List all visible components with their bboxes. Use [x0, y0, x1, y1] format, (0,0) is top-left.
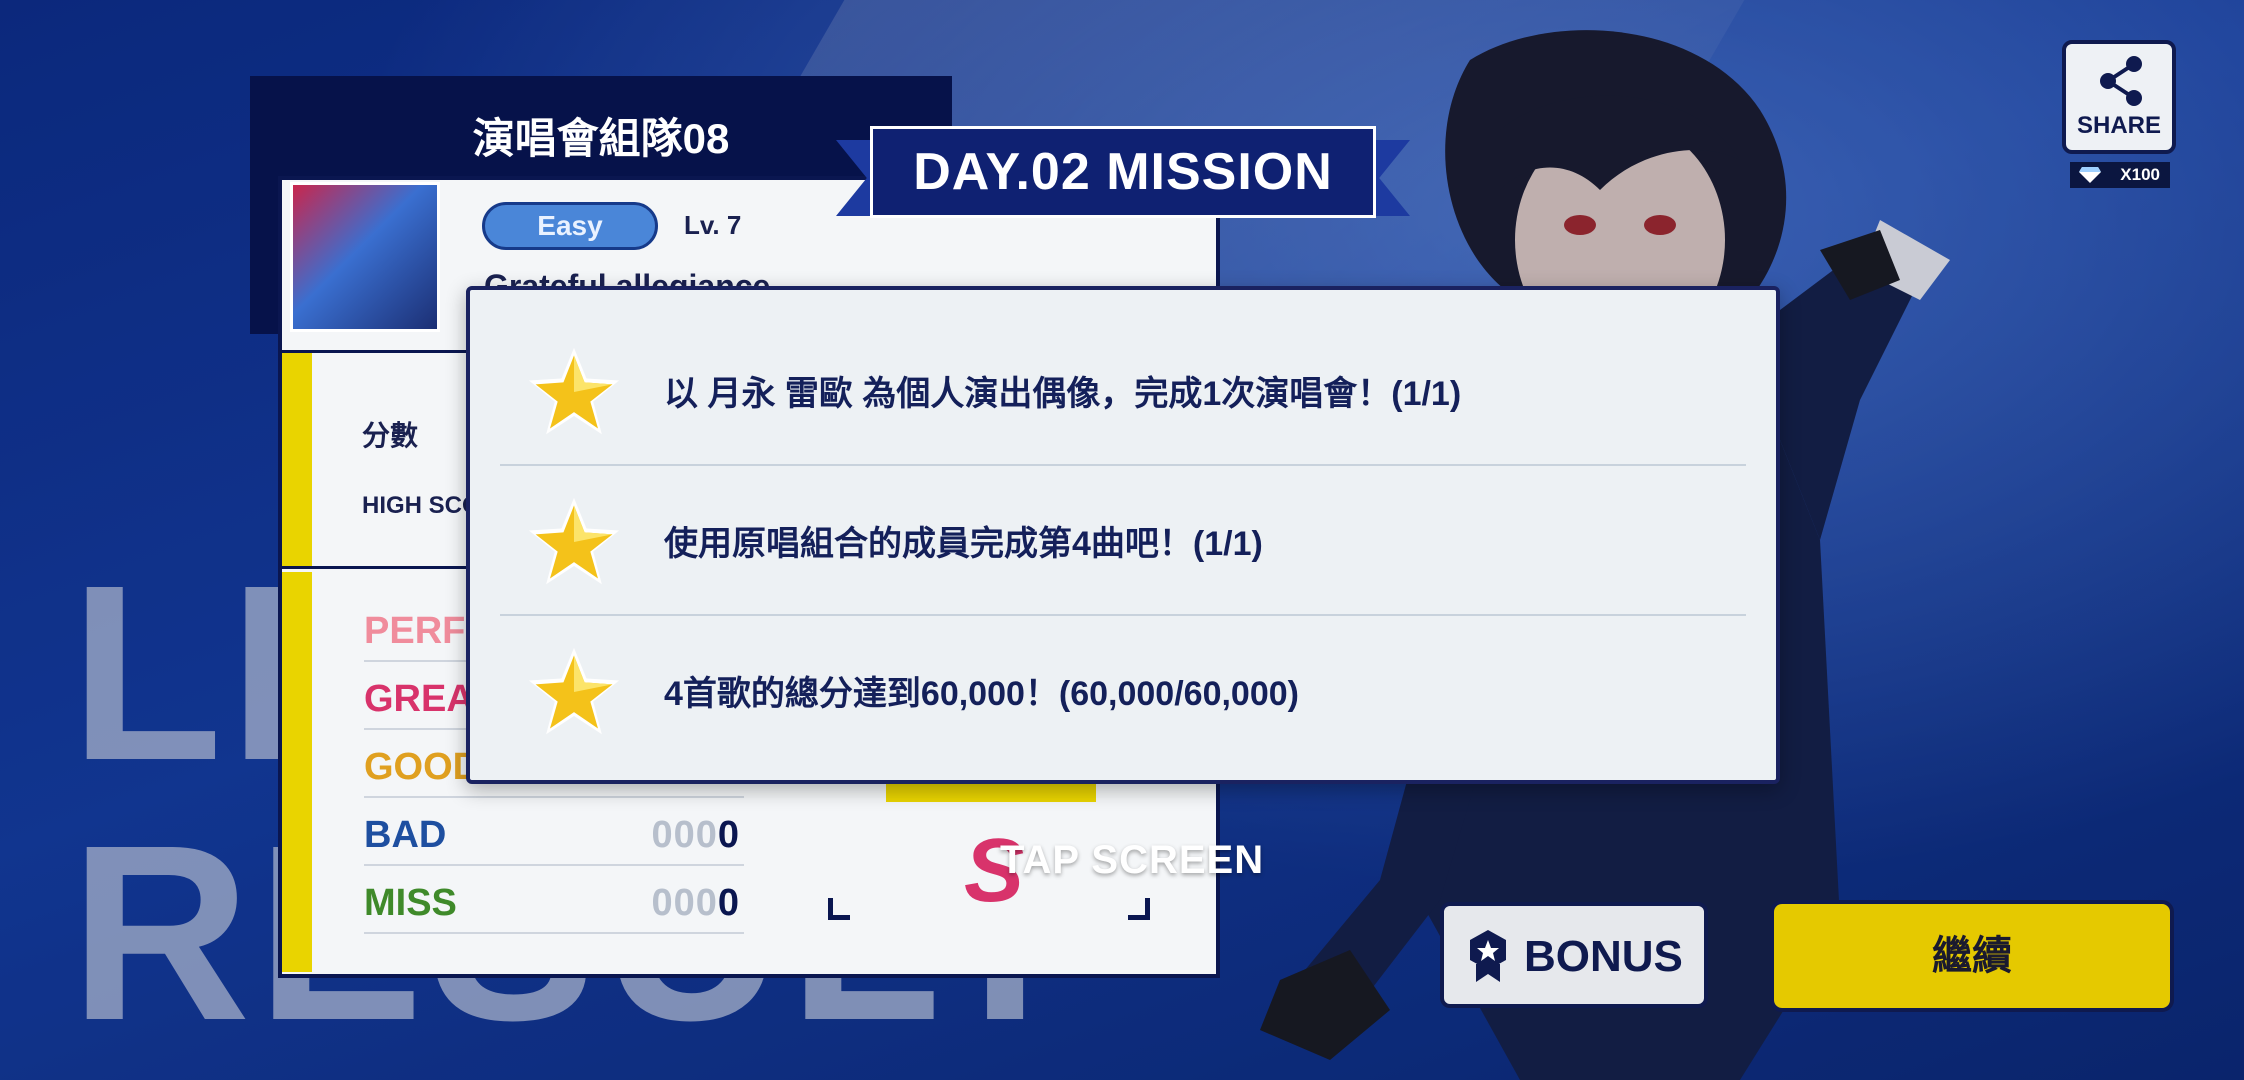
judgement-label: GOOD	[364, 746, 481, 788]
mission-dialog[interactable]: 以 月永 雷歐 為個人演出偶像，完成1次演唱會！(1/1) 使用原唱組合的成員完…	[466, 286, 1780, 784]
continue-button[interactable]: 繼續	[1770, 900, 2174, 1012]
judgement-row-bad: BAD 0000	[364, 800, 744, 866]
difficulty-badge: Easy	[482, 202, 658, 250]
star-icon	[528, 647, 620, 735]
rank-bracket-right	[1128, 898, 1150, 920]
mission-banner-title: DAY.02 MISSION	[870, 126, 1376, 218]
judgement-row-miss: MISS 0000	[364, 868, 744, 934]
mission-text: 4首歌的總分達到60,000！(60,000/60,000)	[664, 675, 1299, 713]
share-icon	[2100, 56, 2142, 106]
score-accent-bar	[282, 352, 312, 566]
mission-item: 使用原唱組合的成員完成第4曲吧！(1/1)	[470, 464, 1776, 612]
share-button[interactable]: SHARE	[2062, 40, 2176, 154]
level-label: Lv. 7	[684, 210, 742, 240]
star-icon	[528, 497, 620, 585]
mission-text: 使用原唱組合的成員完成第4曲吧！(1/1)	[664, 525, 1263, 563]
mission-item: 以 月永 雷歐 為個人演出偶像，完成1次演唱會！(1/1)	[470, 314, 1776, 462]
mission-item: 4首歌的總分達到60,000！(60,000/60,000)	[470, 614, 1776, 762]
share-reward-badge: X100	[2070, 162, 2170, 188]
judgement-accent-bar	[282, 572, 312, 972]
count-leading-zeros: 000	[651, 814, 718, 856]
judgement-label: MISS	[364, 882, 457, 924]
mission-text: 以 月永 雷歐 為個人演出偶像，完成1次演唱會！(1/1)	[664, 375, 1462, 413]
score-label: 分數	[362, 420, 419, 451]
count-leading-zeros: 000	[651, 882, 718, 924]
count-value: 0	[717, 814, 740, 856]
tap-screen-prompt[interactable]: TAP SCREEN	[1000, 838, 1264, 883]
diamond-icon	[2079, 167, 2101, 183]
song-jacket-image	[290, 182, 440, 332]
star-icon	[528, 347, 620, 435]
bonus-button[interactable]: BONUS	[1440, 902, 1708, 1008]
mission-banner: DAY.02 MISSION	[836, 126, 1410, 230]
bonus-label: BONUS	[1524, 932, 1683, 981]
judgement-label: BAD	[364, 814, 447, 856]
judgement-count: 0000	[651, 882, 740, 925]
count-value: 0	[717, 882, 740, 924]
share-label: SHARE	[2076, 112, 2161, 139]
share-reward-amount: X100	[2120, 165, 2160, 184]
rank-bracket-left	[828, 898, 850, 920]
result-screen[interactable]: LI RESULT 演唱會組隊08 Easy Lv. 7 Grateful al…	[0, 0, 2244, 1080]
ribbon-badge-icon	[1470, 930, 1506, 982]
judgement-count: 0000	[651, 814, 740, 857]
